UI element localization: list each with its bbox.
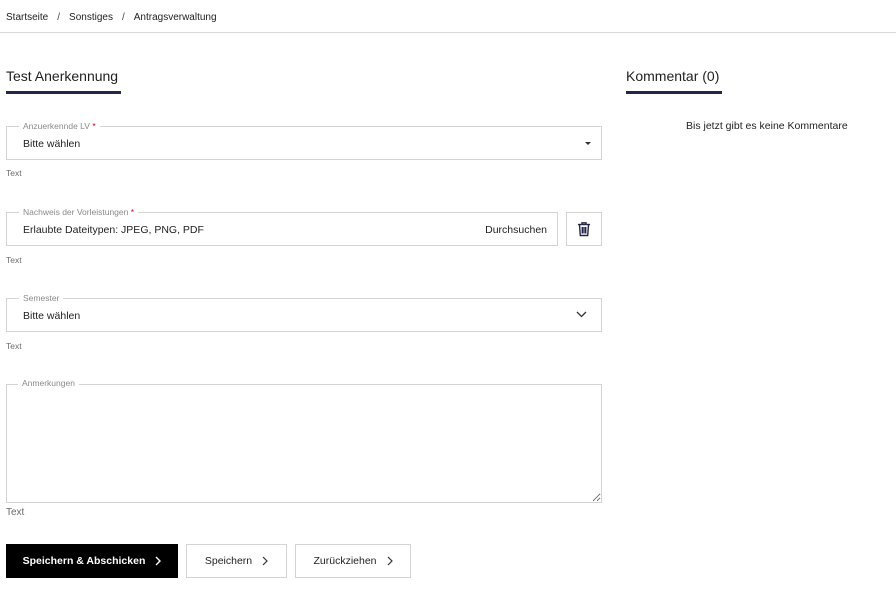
save-button[interactable]: Speichern	[186, 544, 287, 578]
notes-label: Anmerkungen	[18, 378, 79, 388]
proof-helper-text: Text	[6, 255, 22, 265]
comments-title-underline	[626, 91, 722, 94]
required-mark: *	[130, 207, 135, 217]
header-divider	[0, 32, 896, 33]
no-comments-text: Bis jetzt gibt es keine Kommentare	[686, 120, 848, 132]
chevron-down-icon	[576, 311, 587, 318]
lv-select-label: Anzuerkennde LV *	[19, 121, 100, 131]
form-title: Test Anerkennung	[6, 68, 119, 84]
semester-helper-text: Text	[6, 341, 22, 351]
comments-title: Kommentar (0)	[626, 68, 720, 84]
proof-file-placeholder: Erlaubte Dateitypen: JPEG, PNG, PDF	[23, 224, 204, 236]
lv-select[interactable]: Anzuerkennde LV * Bitte wählen	[6, 121, 602, 160]
save-and-submit-label: Speichern & Abschicken	[22, 555, 146, 567]
notes-textarea[interactable]	[6, 384, 602, 503]
chevron-right-icon	[387, 556, 393, 566]
semester-select[interactable]: Semester Bitte wählen	[6, 293, 602, 332]
semester-select-label: Semester	[19, 293, 64, 303]
semester-select-value: Bitte wählen	[23, 310, 81, 322]
save-and-submit-button[interactable]: Speichern & Abschicken	[6, 544, 178, 578]
breadcrumb: Startseite / Sonstiges / Antragsverwaltu…	[6, 12, 217, 23]
browse-button[interactable]: Durchsuchen	[485, 224, 547, 236]
form-title-underline	[6, 91, 121, 94]
breadcrumb-separator: /	[121, 12, 125, 23]
proof-file-label: Nachweis der Vorleistungen *	[19, 207, 139, 217]
required-mark: *	[92, 121, 96, 131]
trash-icon	[578, 222, 590, 237]
notes-helper-text: Text	[6, 507, 25, 518]
chevron-right-icon	[155, 556, 162, 566]
withdraw-label: Zurückziehen	[313, 555, 377, 567]
proof-file-input[interactable]: Nachweis der Vorleistungen * Erlaubte Da…	[6, 207, 558, 246]
lv-helper-text: Text	[6, 168, 22, 178]
withdraw-button[interactable]: Zurückziehen	[295, 544, 411, 578]
breadcrumb-item-sonstiges[interactable]: Sonstiges	[69, 12, 113, 23]
chevron-right-icon	[262, 556, 268, 566]
breadcrumb-separator: /	[57, 12, 61, 23]
lv-select-value: Bitte wählen	[23, 138, 81, 150]
delete-file-button[interactable]	[566, 212, 602, 246]
breadcrumb-item-startseite[interactable]: Startseite	[6, 12, 48, 23]
breadcrumb-item-antragsverwaltung: Antragsverwaltung	[133, 12, 217, 23]
caret-down-icon	[585, 142, 591, 145]
save-label: Speichern	[204, 555, 253, 567]
